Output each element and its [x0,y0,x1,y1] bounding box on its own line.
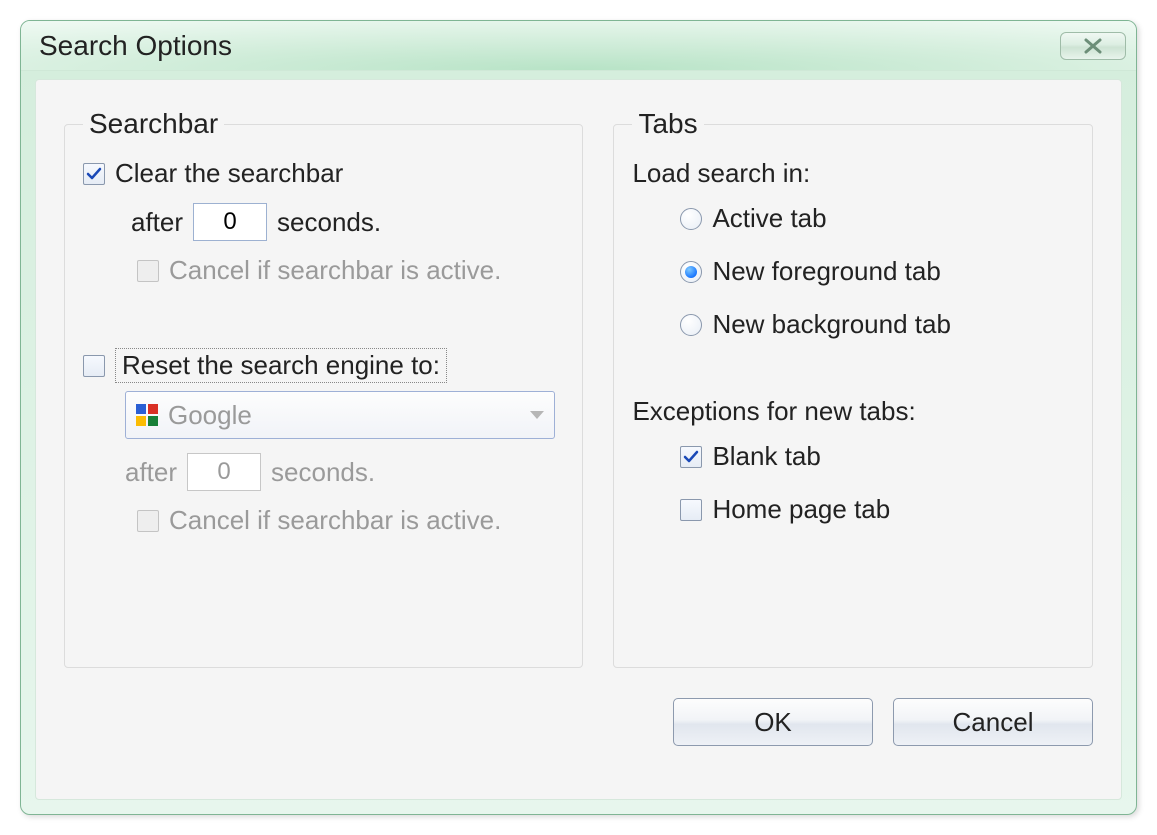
window-title: Search Options [39,30,232,62]
cancel-button[interactable]: Cancel [893,698,1093,746]
searchbar-legend: Searchbar [83,108,224,140]
exception-home-checkbox[interactable] [680,499,702,521]
radio-new-background-tab[interactable] [680,314,702,336]
radio-new-background-row: New background tab [632,309,1074,340]
exception-blank-row: Blank tab [632,441,1074,472]
searchbar-group: Searchbar Clear the searchbar after seco… [64,108,583,668]
reset-seconds-suffix: seconds. [271,457,375,488]
radio-active-tab-label: Active tab [712,203,826,234]
radio-new-background-label: New background tab [712,309,950,340]
reset-cancel-row: Cancel if searchbar is active. [83,505,564,536]
exception-blank-label: Blank tab [712,441,820,472]
radio-active-tab-row: Active tab [632,203,1074,234]
radio-active-tab[interactable] [680,208,702,230]
search-engine-value: Google [168,400,252,431]
reset-after-label: after [125,457,177,488]
client-area: Searchbar Clear the searchbar after seco… [35,79,1122,800]
clear-searchbar-row: Clear the searchbar [83,158,564,189]
close-button[interactable] [1060,32,1126,60]
load-search-heading: Load search in: [632,158,1074,189]
exception-home-row: Home page tab [632,494,1074,525]
dialog-window: Search Options Searchbar Clear the searc… [20,20,1137,815]
clear-searchbar-checkbox[interactable] [83,163,105,185]
radio-new-foreground-tab[interactable] [680,261,702,283]
clear-after-row: after seconds. [83,203,564,241]
chevron-down-icon [530,411,544,419]
dialog-buttons: OK Cancel [64,698,1093,746]
clear-seconds-input[interactable] [193,203,267,241]
reset-engine-row: Reset the search engine to: [83,348,564,383]
clear-cancel-checkbox [137,260,159,282]
reset-after-row: after seconds. [83,453,564,491]
clear-cancel-label: Cancel if searchbar is active. [169,255,501,286]
search-engine-dropdown[interactable]: Google [125,391,555,439]
exception-home-label: Home page tab [712,494,890,525]
reset-engine-checkbox[interactable] [83,355,105,377]
reset-cancel-checkbox [137,510,159,532]
reset-engine-label: Reset the search engine to: [115,348,447,383]
exception-blank-checkbox[interactable] [680,446,702,468]
titlebar: Search Options [21,21,1136,71]
close-icon [1077,37,1109,55]
clear-searchbar-label: Clear the searchbar [115,158,343,189]
clear-cancel-row: Cancel if searchbar is active. [83,255,564,286]
reset-seconds-input [187,453,261,491]
clear-seconds-suffix: seconds. [277,207,381,238]
reset-cancel-label: Cancel if searchbar is active. [169,505,501,536]
radio-new-foreground-row: New foreground tab [632,256,1074,287]
tabs-legend: Tabs [632,108,703,140]
tabs-group: Tabs Load search in: Active tab New fore… [613,108,1093,668]
google-icon [134,402,160,428]
ok-button[interactable]: OK [673,698,873,746]
clear-after-label: after [131,207,183,238]
exceptions-heading: Exceptions for new tabs: [632,396,1074,427]
radio-new-foreground-label: New foreground tab [712,256,940,287]
